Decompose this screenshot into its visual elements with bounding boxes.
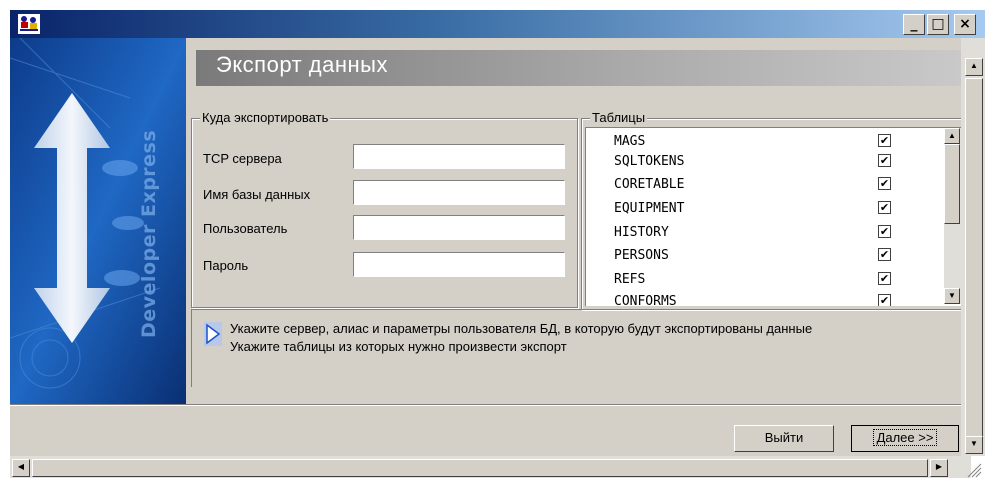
- tables-scrollbar[interactable]: ▲ ▼: [944, 128, 961, 304]
- tables-legend: Таблицы: [590, 110, 648, 126]
- next-button-label: Далее >>: [872, 429, 938, 446]
- table-row[interactable]: PERSONS ✔: [586, 246, 946, 269]
- user-label: Пользователь: [203, 221, 288, 236]
- hscroll-thumb[interactable]: [32, 459, 928, 477]
- window-vscrollbar[interactable]: ▲ ▼: [961, 38, 985, 456]
- table-checkbox[interactable]: ✔: [878, 154, 891, 167]
- table-name: MAGS: [614, 134, 646, 149]
- table-row[interactable]: REFS ✔: [586, 270, 946, 293]
- play-arrow-icon: [204, 322, 222, 346]
- password-input[interactable]: [353, 252, 565, 277]
- tables-checklist[interactable]: MAGS ✔ SQLTOKENS ✔ CORETABLE ✔ EQUIPMENT…: [585, 127, 962, 306]
- table-name: PERSONS: [614, 248, 669, 263]
- header-banner: Экспорт данных: [196, 50, 961, 86]
- table-name: CORETABLE: [614, 177, 685, 192]
- size-grip-icon[interactable]: [962, 458, 982, 478]
- title-bar[interactable]: _ □ ×: [10, 10, 985, 38]
- scroll-down-icon[interactable]: ▼: [944, 288, 960, 304]
- exit-button[interactable]: Выйти: [734, 425, 834, 452]
- table-row[interactable]: HISTORY ✔: [586, 223, 946, 246]
- table-checkbox[interactable]: ✔: [878, 225, 891, 238]
- table-row[interactable]: CORETABLE ✔: [586, 175, 946, 198]
- scroll-left-icon[interactable]: ◀: [12, 459, 30, 477]
- sidebar-art: Developer Express: [10, 38, 186, 404]
- scroll-up-icon[interactable]: ▲: [944, 128, 960, 144]
- table-checkbox[interactable]: ✔: [878, 134, 891, 147]
- table-name: CONFORMS: [614, 294, 677, 306]
- next-button[interactable]: Далее >>: [851, 425, 959, 452]
- scroll-right-icon[interactable]: ▶: [930, 459, 948, 477]
- table-row[interactable]: EQUIPMENT ✔: [586, 199, 946, 222]
- info-line-1: Укажите сервер, алиас и параметры пользо…: [230, 321, 813, 336]
- server-label: TCP сервера: [203, 151, 282, 166]
- database-input[interactable]: [353, 180, 565, 205]
- table-row[interactable]: CONFORMS ✔: [586, 292, 946, 306]
- table-checkbox[interactable]: ✔: [878, 272, 891, 285]
- window-scroll-up-icon[interactable]: ▲: [965, 58, 983, 76]
- password-label: Пароль: [203, 258, 249, 273]
- minimize-button[interactable]: _: [903, 14, 925, 35]
- table-checkbox[interactable]: ✔: [878, 294, 891, 306]
- developer-express-brand: Developer Express: [138, 129, 160, 338]
- window-scroll-down-icon[interactable]: ▼: [965, 436, 983, 454]
- table-checkbox[interactable]: ✔: [878, 248, 891, 261]
- table-checkbox[interactable]: ✔: [878, 201, 891, 214]
- maximize-button[interactable]: □: [927, 14, 949, 35]
- table-name: SQLTOKENS: [614, 154, 685, 169]
- table-checkbox[interactable]: ✔: [878, 177, 891, 190]
- server-input[interactable]: [353, 144, 565, 169]
- app-people-icon[interactable]: [18, 14, 40, 34]
- scroll-thumb[interactable]: [944, 144, 960, 224]
- table-row[interactable]: SQLTOKENS ✔: [586, 152, 946, 175]
- user-input[interactable]: [353, 215, 565, 240]
- table-name: REFS: [614, 272, 646, 287]
- window-hscrollbar[interactable]: ◀ ▶: [10, 456, 971, 478]
- destination-legend: Куда экспортировать: [200, 110, 331, 126]
- table-name: EQUIPMENT: [614, 201, 685, 216]
- table-name: HISTORY: [614, 225, 669, 240]
- divider: [10, 405, 961, 406]
- info-panel: Укажите сервер, алиас и параметры пользо…: [191, 309, 962, 387]
- close-button[interactable]: ×: [954, 14, 976, 35]
- window-scroll-thumb[interactable]: [965, 78, 983, 448]
- database-label: Имя базы данных: [203, 187, 311, 202]
- info-line-2: Укажите таблицы из которых нужно произве…: [230, 339, 567, 354]
- page-title: Экспорт данных: [216, 52, 388, 77]
